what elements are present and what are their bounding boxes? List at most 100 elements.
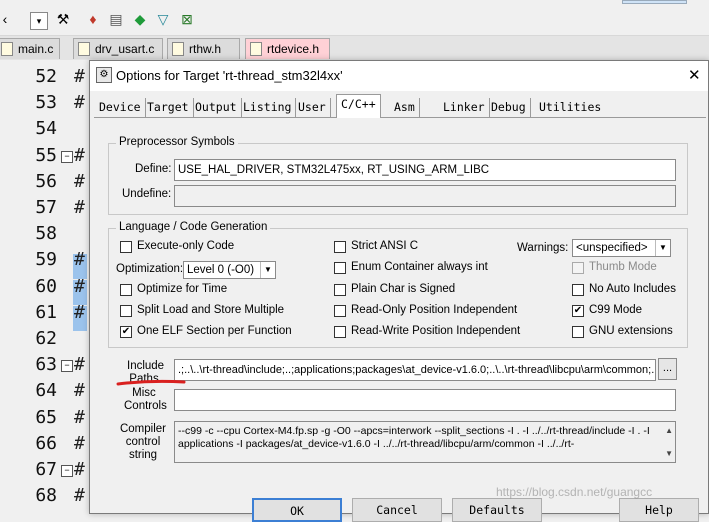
one-elf-checkbox[interactable]: ✔ (120, 326, 132, 338)
ok-button[interactable]: OK (252, 498, 342, 522)
magic-wand-icon[interactable]: ⚒ (53, 9, 73, 29)
compiler-control-line: --c99 -c --cpu Cortex-M4.fp.sp -g -O0 --… (178, 425, 650, 437)
no-auto-includes-label: No Auto Includes (589, 283, 676, 295)
tab-rtdevice-h[interactable]: rtdevice.h (245, 38, 330, 59)
toolbar-field[interactable] (622, 0, 687, 4)
include-paths-field[interactable]: .;..\..\rt-thread\include;..;application… (174, 359, 656, 381)
one-elf-label: One ELF Section per Function (137, 325, 292, 337)
thumb-mode-checkbox[interactable] (572, 262, 584, 274)
fold-toggle-icon[interactable]: − (61, 465, 73, 477)
tab-utilities[interactable]: Utilities (535, 98, 605, 117)
tab-rthw-h[interactable]: rthw.h (167, 38, 240, 59)
plain-char-checkbox[interactable] (334, 284, 346, 296)
defaults-button[interactable]: Defaults (452, 498, 542, 522)
c-file-icon (1, 42, 13, 56)
file-tab-bar: main.c drv_usart.c rthw.h rtdevice.h (0, 36, 709, 60)
define-field[interactable]: USE_HAL_DRIVER, STM32L475xx, RT_USING_AR… (174, 159, 676, 181)
string-label: string (128, 449, 158, 461)
tab-main-c[interactable]: main.c (0, 38, 60, 59)
fold-toggle-icon[interactable]: − (61, 360, 73, 373)
line-number: 52 (35, 66, 57, 87)
ro-position-checkbox[interactable] (334, 305, 346, 317)
line-number: 53 (35, 92, 57, 114)
dropdown-icon[interactable]: ▾ (30, 12, 48, 30)
scroll-down-icon[interactable]: ▼ (665, 447, 673, 460)
gnu-extensions-label: GNU extensions (589, 325, 673, 337)
rw-position-checkbox[interactable] (334, 326, 346, 338)
controls-label: Controls (124, 400, 167, 412)
misc-controls-field[interactable] (174, 389, 676, 411)
preprocessor-hash: # (74, 485, 85, 507)
chevron-icon[interactable]: ‹ (0, 9, 10, 29)
tab-listing[interactable]: Listing (239, 98, 297, 117)
preprocessor-hash: # (74, 459, 85, 480)
browse-button[interactable]: ... (658, 358, 677, 380)
line-number: 63 (35, 354, 57, 376)
tab-asm[interactable]: Asm (390, 98, 420, 117)
define-label: Define: (135, 163, 172, 175)
line-number: 62 (35, 328, 57, 349)
toolbar: ‹ ▾ ⚒ ♦ ▤ ◆ ▽ ⊠ (0, 0, 709, 36)
c-file-icon (78, 42, 90, 56)
tab-device[interactable]: Device (95, 98, 146, 117)
tab-debug[interactable]: Debug (487, 98, 531, 117)
manage-icon[interactable]: ⊠ (177, 9, 197, 29)
line-number: 67 (35, 459, 57, 480)
options-icon[interactable]: ▽ (153, 9, 173, 29)
enum-container-checkbox[interactable] (334, 262, 346, 274)
optimization-select[interactable]: Level 0 (-O0) ▼ (183, 261, 276, 279)
gnu-extensions-checkbox[interactable] (572, 326, 584, 338)
optimize-time-checkbox[interactable] (120, 284, 132, 296)
optimize-time-label: Optimize for Time (137, 283, 228, 295)
tab-c-cpp[interactable]: C/C++ (336, 94, 381, 118)
download-icon[interactable]: ◆ (130, 9, 150, 29)
line-number: 64 (35, 380, 57, 402)
split-load-checkbox[interactable] (120, 305, 132, 317)
dialog-title: Options for Target 'rt-thread_stm32l4xx' (116, 68, 343, 83)
editor-gutter: 52 #53 #54 55 # −56 #57 #58 59 #60 #61 #62 63 # −64 #65… (0, 60, 95, 514)
tab-output[interactable]: Output (191, 98, 242, 117)
watermark: https://blog.csdn.net/guangcc (496, 485, 653, 499)
compiler-control-field[interactable]: --c99 -c --cpu Cortex-M4.fp.sp -g -O0 --… (174, 421, 676, 463)
no-auto-includes-checkbox[interactable] (572, 284, 584, 296)
tab-drv-usart-c[interactable]: drv_usart.c (73, 38, 163, 59)
tab-target[interactable]: Target (143, 98, 194, 117)
line-number: 58 (35, 223, 57, 245)
strict-ansi-checkbox[interactable] (334, 241, 346, 253)
split-load-label: Split Load and Store Multiple (137, 304, 285, 316)
line-number: 60 (35, 275, 57, 297)
fold-toggle-icon[interactable]: − (61, 150, 73, 163)
chevron-down-icon: ▼ (260, 262, 275, 278)
c99-mode-checkbox[interactable]: ✔ (572, 305, 584, 317)
cancel-button[interactable]: Cancel (352, 498, 442, 522)
preprocessor-hash: # (74, 92, 85, 114)
preprocessor-hash: # (74, 301, 85, 323)
line-number: 57 (35, 197, 57, 218)
scroll-up-icon[interactable]: ▲ (665, 424, 673, 437)
preprocessor-hash: # (74, 249, 85, 271)
undefine-field[interactable] (174, 185, 676, 207)
check-icon: ✔ (573, 305, 583, 316)
tab-user[interactable]: User (294, 98, 331, 117)
preprocessor-hash: # (74, 197, 85, 218)
tab-linker[interactable]: Linker (439, 98, 490, 117)
misc-label: Misc (132, 387, 156, 399)
build-icon[interactable]: ♦ (83, 9, 103, 29)
h-file-icon (250, 42, 262, 56)
tab-strip-line (94, 117, 706, 118)
help-button[interactable]: Help (619, 498, 699, 522)
line-number: 59 (35, 249, 57, 271)
execute-only-label: Execute-only Code (137, 240, 235, 252)
warnings-select[interactable]: <unspecified> ▼ (572, 239, 671, 257)
preprocessor-hash: # (74, 406, 85, 428)
execute-only-checkbox[interactable] (120, 241, 132, 253)
enum-container-label: Enum Container always int (351, 261, 488, 273)
preprocessor-hash: # (74, 66, 85, 87)
close-icon[interactable]: ✕ (688, 66, 701, 84)
line-number: 61 (35, 301, 57, 323)
optimization-label: Optimization: (116, 263, 184, 275)
chevron-down-icon: ▼ (655, 240, 670, 256)
line-number: 66 (35, 432, 57, 454)
translate-icon[interactable]: ▤ (106, 9, 126, 29)
line-number: 54 (35, 118, 57, 140)
